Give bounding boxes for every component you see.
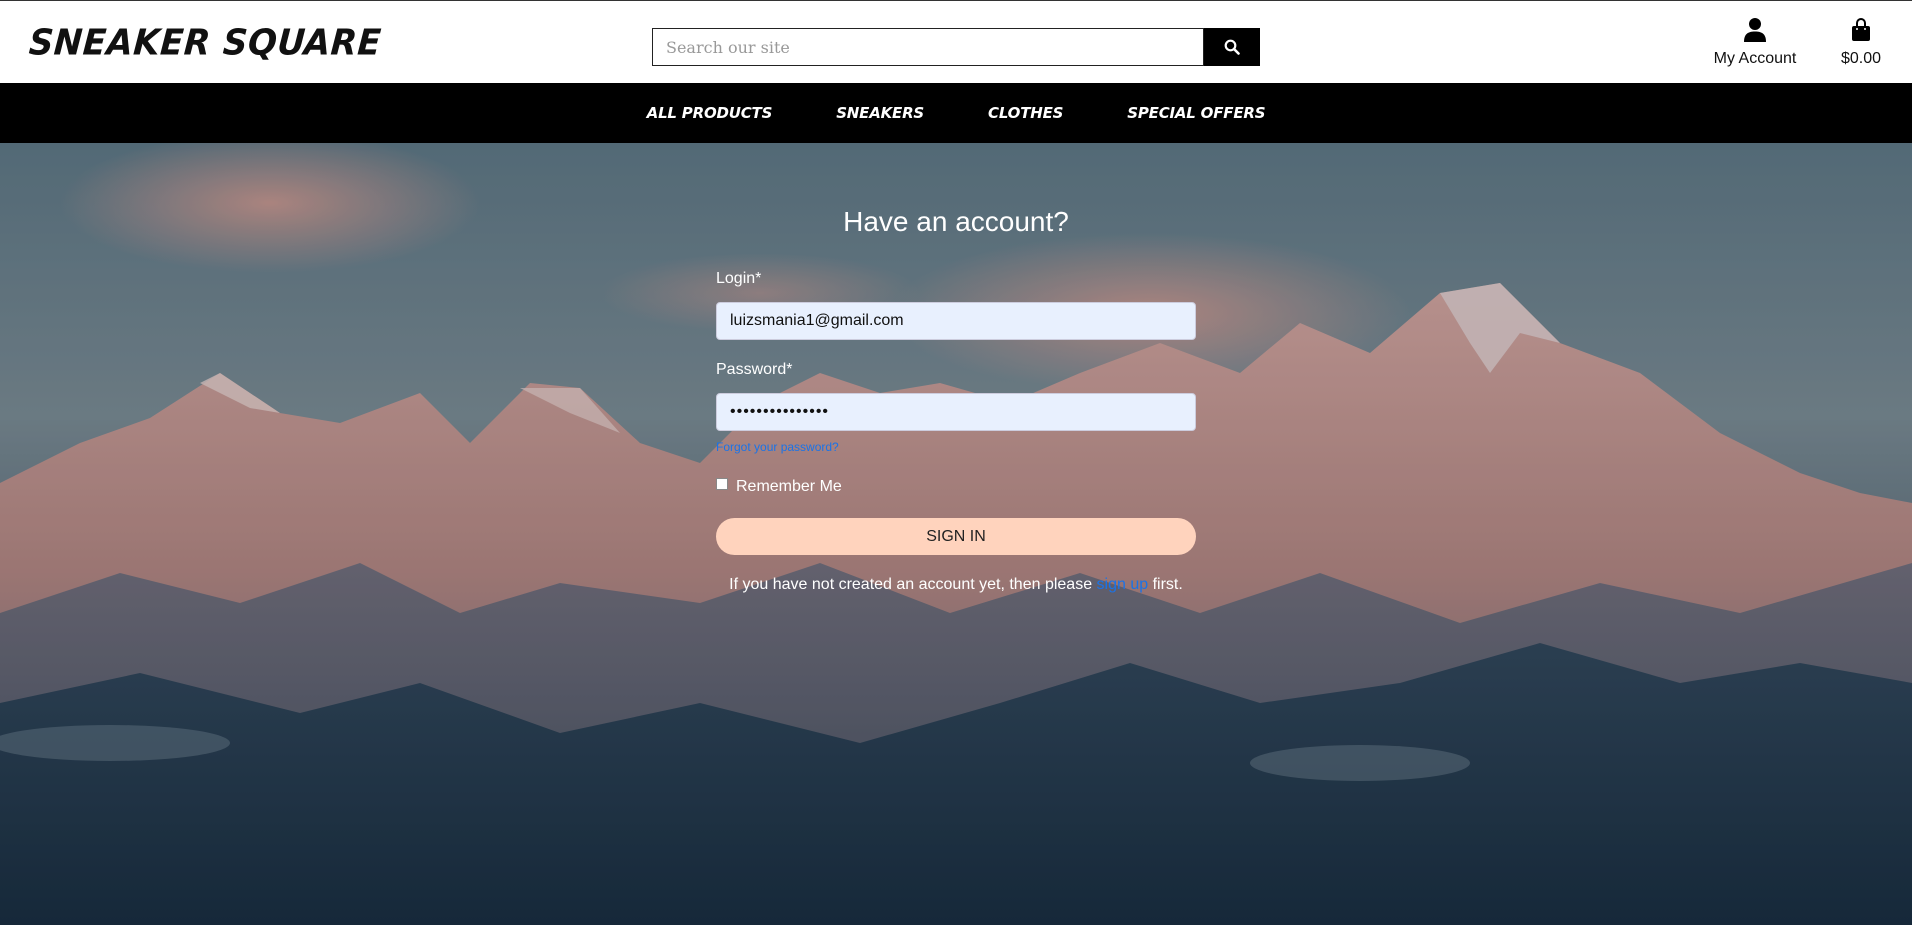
forgot-password-link[interactable]: Forgot your password? [716, 440, 839, 454]
nav-special-offers[interactable]: SPECIAL OFFERS [1127, 104, 1265, 122]
remember-me-checkbox[interactable] [716, 478, 728, 490]
nav-sneakers[interactable]: SNEAKERS [836, 104, 924, 122]
nav-clothes[interactable]: CLOTHES [988, 104, 1063, 122]
search-input[interactable] [652, 28, 1204, 66]
signup-prefix: If you have not created an account yet, … [729, 576, 1093, 593]
login-email-field[interactable]: luizsmania1@gmail.com [716, 302, 1196, 340]
remember-me[interactable]: Remember Me [716, 478, 842, 496]
search-button[interactable] [1204, 28, 1260, 66]
cart-total: $0.00 [1840, 50, 1882, 67]
user-icon [1744, 18, 1766, 42]
password-field[interactable]: ••••••••••••••• [716, 393, 1196, 431]
search-icon [1224, 39, 1240, 55]
signup-prompt: If you have not created an account yet, … [0, 576, 1912, 594]
remember-me-label: Remember Me [736, 478, 842, 495]
nav-all-products[interactable]: ALL PRODUCTS [647, 104, 773, 122]
site-header: SNEAKER SQUARE My Account $0.00 [0, 0, 1912, 83]
my-account-label: My Account [1713, 50, 1797, 67]
shopping-bag-icon [1852, 18, 1870, 41]
login-label: Login* [716, 270, 762, 287]
site-logo[interactable]: SNEAKER SQUARE [28, 22, 383, 64]
main-nav: ALL PRODUCTS SNEAKERS CLOTHES SPECIAL OF… [0, 83, 1912, 143]
login-title: Have an account? [843, 206, 1069, 237]
my-account-link[interactable]: My Account [1706, 17, 1804, 68]
sign-in-button[interactable]: SIGN IN [716, 518, 1196, 555]
signup-suffix: first. [1152, 576, 1183, 593]
sign-up-link[interactable]: sign up [1097, 576, 1149, 593]
search-bar [652, 28, 1260, 66]
cart-link[interactable]: $0.00 [1832, 17, 1890, 68]
password-label: Password* [716, 361, 793, 378]
